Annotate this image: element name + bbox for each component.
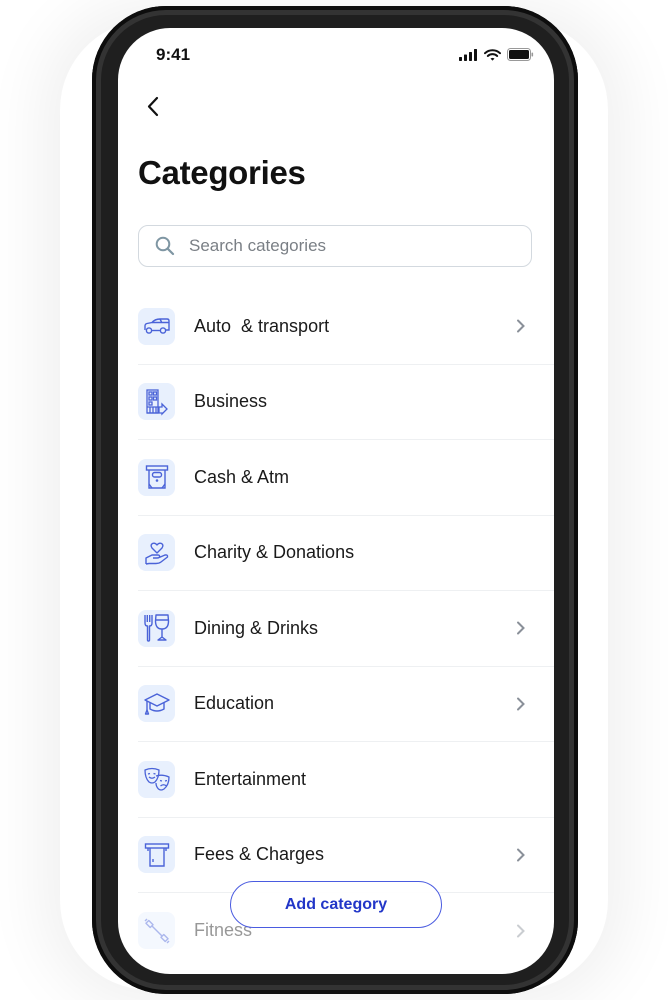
category-label: Fees & Charges — [194, 844, 325, 865]
building-icon — [138, 383, 175, 421]
category-label: Dining & Drinks — [194, 617, 319, 638]
cellular-signal-icon — [459, 48, 477, 61]
category-label: Entertainment — [194, 768, 307, 789]
chevron-right-icon — [517, 848, 525, 862]
status-time: 9:41 — [156, 45, 191, 64]
heart-hand-icon — [138, 534, 175, 572]
search-bar[interactable] — [138, 225, 532, 267]
category-row-auto-transport[interactable]: Auto & transport — [138, 289, 554, 365]
search-icon — [155, 236, 175, 256]
category-row-cash-atm[interactable]: Cash & Atm — [138, 440, 554, 516]
wifi-icon — [484, 48, 501, 61]
chevron-right-icon — [517, 697, 525, 711]
category-label: Charity & Donations — [194, 542, 355, 563]
chevron-left-icon — [147, 96, 159, 117]
battery-icon — [507, 48, 534, 61]
add-category-button[interactable]: Add category — [230, 881, 442, 928]
chevron-right-icon — [517, 621, 525, 635]
theater-masks-icon — [138, 760, 175, 798]
category-row-dining-drinks[interactable]: Dining & Drinks — [138, 591, 554, 667]
category-label: Auto & transport — [194, 315, 330, 336]
page-title: Categories — [138, 154, 306, 191]
chevron-right-icon — [517, 924, 525, 938]
category-label: Education — [194, 693, 275, 714]
category-label: Business — [194, 391, 268, 412]
screen: 9:41 Categories Search categories Auto &… — [118, 28, 554, 974]
category-row-entertainment[interactable]: Entertainment — [138, 742, 554, 818]
category-row-business[interactable]: Business — [138, 365, 554, 440]
category-row-education[interactable]: Education — [138, 667, 554, 742]
chevron-right-icon — [517, 319, 525, 333]
back-button[interactable] — [142, 92, 166, 122]
category-list: Auto & transport Business Cash & Atm Cha… — [138, 289, 554, 969]
graduation-cap-icon — [138, 685, 175, 723]
search-input[interactable] — [187, 235, 511, 257]
status-bar: 9:41 — [118, 28, 554, 84]
atm-icon — [138, 458, 175, 496]
category-label: Cash & Atm — [194, 466, 290, 487]
card-slot-icon — [138, 836, 175, 874]
dumbbell-icon — [138, 912, 175, 950]
status-icons — [459, 48, 534, 61]
fork-glass-icon — [138, 609, 175, 647]
car-icon — [138, 307, 175, 345]
category-row-charity-donations[interactable]: Charity & Donations — [138, 516, 554, 591]
